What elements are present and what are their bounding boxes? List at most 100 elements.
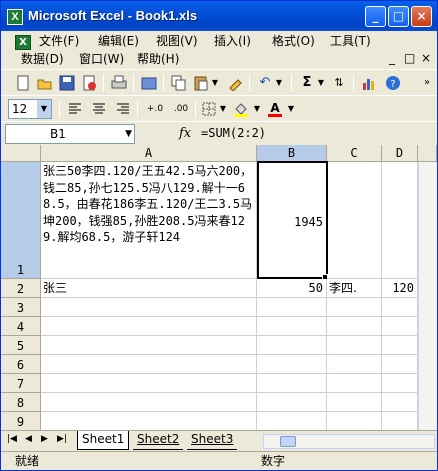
row-header-3[interactable]: 3 <box>1 298 41 317</box>
chevron-down-icon[interactable]: ▼ <box>125 125 132 143</box>
cell-b1[interactable]: 1945 <box>257 161 328 279</box>
font-color-icon[interactable]: A <box>267 101 283 117</box>
print-icon[interactable] <box>111 75 127 91</box>
next-sheet-button[interactable]: ▶ <box>41 434 48 444</box>
font-size-select[interactable]: 12 ▼ <box>8 99 52 119</box>
tab-sheet3[interactable]: Sheet3 <box>187 431 238 450</box>
horizontal-scrollbar[interactable] <box>263 434 435 449</box>
column-header-b[interactable]: B <box>257 145 327 162</box>
row-header-5[interactable]: 5 <box>1 336 41 355</box>
toolbar-separator <box>249 74 250 92</box>
horizontal-scroll-thumb[interactable] <box>280 436 296 447</box>
column-header-d[interactable]: D <box>382 145 418 162</box>
cell-a1[interactable]: 张三50李四.120/王五42.5马六200，钱二85,孙七125.5冯八129… <box>41 162 257 279</box>
paste-dropdown-icon[interactable]: ▼ <box>207 75 223 91</box>
align-right-icon[interactable] <box>115 101 131 117</box>
svg-text:?: ? <box>390 79 395 90</box>
increase-decimal-icon[interactable]: +.0 <box>145 101 165 117</box>
toolbar-options-icon[interactable]: » <box>419 75 435 91</box>
borders-dropdown-icon[interactable]: ▼ <box>215 101 231 117</box>
menu-edit[interactable]: 编辑(E) <box>98 33 139 50</box>
chevron-down-icon[interactable]: ▼ <box>37 100 51 118</box>
row-header-7[interactable]: 7 <box>1 374 41 393</box>
status-bar: 就绪 数字 <box>1 451 437 470</box>
worksheet-grid[interactable]: A B C D 1 2 3 4 5 6 7 8 9 张三50李四.120/王五4… <box>1 145 437 430</box>
font-color-dropdown-icon[interactable]: ▼ <box>283 101 299 117</box>
cell-a2[interactable]: 张三 <box>41 279 257 298</box>
prev-sheet-button[interactable]: ◀ <box>25 434 32 444</box>
decrease-decimal-icon[interactable]: .00 <box>171 101 191 117</box>
open-icon[interactable] <box>37 75 53 91</box>
cell-d2[interactable]: 120 <box>382 279 418 298</box>
menu-bar: X 文件(F) 编辑(E) 视图(V) 插入(I) 格式(O) 工具(T) 数据… <box>1 31 437 69</box>
minimize-button[interactable]: _ <box>365 6 386 27</box>
row-header-6[interactable]: 6 <box>1 355 41 374</box>
formatting-toolbar: 12 ▼ +.0 .00 ▼ ▼ A ▼ <box>1 95 437 121</box>
help-icon[interactable]: ? <box>385 75 401 91</box>
toolbar-separator <box>163 74 164 92</box>
first-sheet-button[interactable]: |◀ <box>7 434 17 444</box>
workbook-close-button[interactable]: × <box>421 51 431 65</box>
fill-color-dropdown-icon[interactable]: ▼ <box>249 101 265 117</box>
row-header-8[interactable]: 8 <box>1 393 41 412</box>
research-icon[interactable] <box>141 75 157 91</box>
row-header-1[interactable]: 1 <box>1 162 41 279</box>
menu-data[interactable]: 数据(D) <box>21 51 64 68</box>
toolbar-separator <box>133 74 134 92</box>
last-sheet-button[interactable]: ▶| <box>57 434 67 444</box>
autosum-dropdown-icon[interactable]: ▼ <box>313 75 329 91</box>
align-left-icon[interactable] <box>67 101 83 117</box>
menu-format[interactable]: 格式(O) <box>272 33 315 50</box>
toolbar-separator <box>59 100 60 118</box>
save-icon[interactable] <box>59 75 75 91</box>
empty-cells-area[interactable] <box>41 298 418 430</box>
cell-b2[interactable]: 50 <box>257 279 327 298</box>
menu-insert[interactable]: 插入(I) <box>214 33 251 50</box>
insert-function-icon[interactable]: fx <box>179 126 191 141</box>
window-title: Microsoft Excel - Book1.xls <box>28 8 198 23</box>
new-icon[interactable] <box>15 75 31 91</box>
name-box-value: B1 <box>50 127 66 141</box>
tab-sheet2[interactable]: Sheet2 <box>133 431 184 450</box>
vertical-scrollbar[interactable] <box>418 162 437 430</box>
menu-tools[interactable]: 工具(T) <box>330 33 371 50</box>
cell-c2[interactable]: 李四. <box>327 279 382 298</box>
name-box[interactable]: B1 ▼ <box>5 124 135 144</box>
fill-color-icon[interactable] <box>233 101 249 117</box>
chart-icon[interactable] <box>361 75 377 91</box>
workbook-icon[interactable]: X <box>15 35 31 50</box>
maximize-button[interactable]: □ <box>388 6 409 27</box>
column-header-c[interactable]: C <box>327 145 382 162</box>
menu-view[interactable]: 视图(V) <box>156 33 198 50</box>
status-ready: 就绪 <box>15 454 40 468</box>
menu-help[interactable]: 帮助(H) <box>137 51 179 68</box>
column-header-a[interactable]: A <box>41 145 257 162</box>
undo-dropdown-icon[interactable]: ▼ <box>271 75 287 91</box>
toolbar-separator <box>195 100 196 118</box>
cell-d1[interactable] <box>382 162 418 279</box>
toolbar-separator <box>291 74 292 92</box>
menu-window[interactable]: 窗口(W) <box>79 51 124 68</box>
permission-icon[interactable] <box>81 75 97 91</box>
format-painter-icon[interactable] <box>227 75 243 92</box>
formula-input[interactable]: =SUM(2:2) <box>201 126 266 140</box>
align-center-icon[interactable] <box>91 101 107 117</box>
title-bar[interactable]: X Microsoft Excel - Book1.xls _ □ × <box>1 1 437 31</box>
tab-sheet1[interactable]: Sheet1 <box>77 431 130 450</box>
copy-icon[interactable] <box>171 75 187 91</box>
row-header-9[interactable]: 9 <box>1 412 41 430</box>
workbook-restore-button[interactable]: □ <box>404 51 415 65</box>
close-button[interactable]: × <box>411 6 432 27</box>
vertical-scrollbar-top[interactable] <box>418 145 437 162</box>
select-all-corner[interactable] <box>1 145 41 162</box>
sort-icon[interactable]: ⇅ <box>331 75 347 91</box>
cell-c1[interactable] <box>327 162 382 279</box>
toolbar-separator <box>137 100 138 118</box>
row-header-2[interactable]: 2 <box>1 279 41 298</box>
workbook-minimize-button[interactable]: _ <box>389 51 395 65</box>
excel-app-icon[interactable]: X <box>7 9 23 25</box>
formula-bar: B1 ▼ fx =SUM(2:2) <box>1 121 437 145</box>
menu-file[interactable]: 文件(F) <box>39 33 79 50</box>
font-size-value: 12 <box>12 102 28 116</box>
row-header-4[interactable]: 4 <box>1 317 41 336</box>
